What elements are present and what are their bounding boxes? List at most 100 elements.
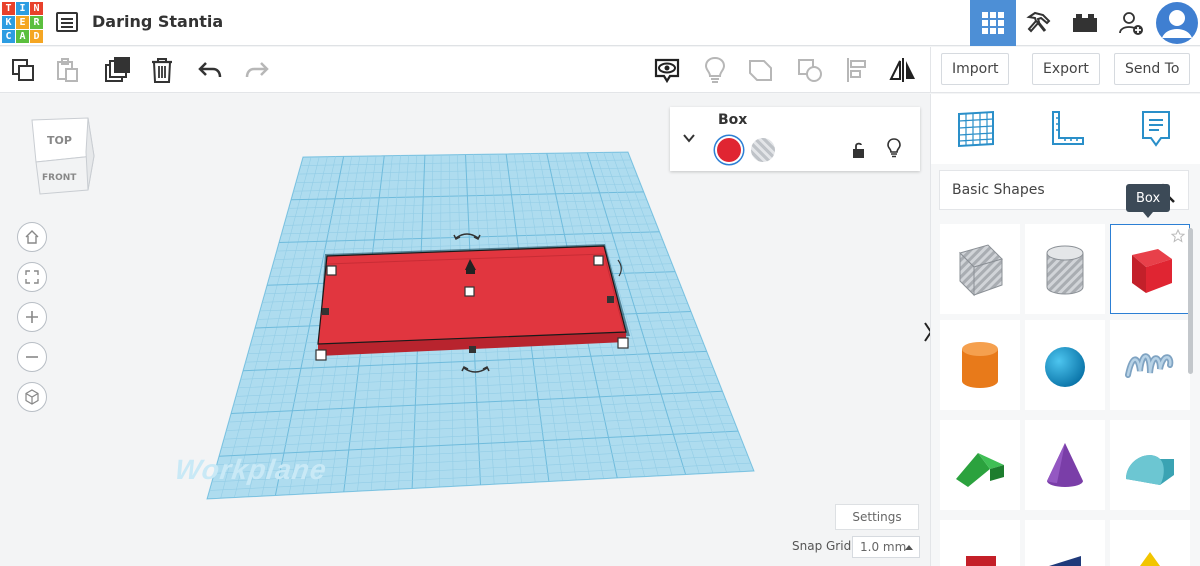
lightbulb-icon <box>704 56 726 83</box>
minecraft-view-button[interactable] <box>1016 0 1062 46</box>
pickaxe-icon <box>1026 11 1051 33</box>
design-list-icon[interactable] <box>56 12 78 32</box>
scribble-icon <box>1125 353 1174 378</box>
shape-roof[interactable] <box>940 420 1020 510</box>
ruler-tool-button[interactable] <box>1043 106 1089 152</box>
logo-letter: T <box>2 2 15 15</box>
shape-pyramid[interactable] <box>1110 520 1190 566</box>
perspective-toggle-button[interactable] <box>17 382 47 412</box>
fit-icon <box>25 270 39 284</box>
redo-button[interactable] <box>242 55 272 85</box>
notes-button[interactable] <box>700 55 730 85</box>
favorite-star-icon[interactable] <box>1171 229 1185 243</box>
settings-button[interactable]: Settings <box>835 504 919 530</box>
logo-letter: D <box>30 30 43 43</box>
shape-cylinder-hole[interactable] <box>1025 224 1105 314</box>
panel-tools <box>931 94 1200 164</box>
brick-icon <box>1073 14 1097 32</box>
cone-icon <box>1047 443 1083 487</box>
plus-icon <box>26 311 38 323</box>
mirror-icon <box>889 58 915 82</box>
logo-letter: K <box>2 16 15 29</box>
3d-design-view-button[interactable] <box>970 0 1016 46</box>
avatar-icon <box>1156 2 1198 44</box>
box-icon <box>1132 249 1172 293</box>
lock-icon[interactable] <box>850 141 868 159</box>
snap-grid-select[interactable]: 1.0 mm <box>852 536 920 558</box>
undo-button[interactable] <box>195 55 225 85</box>
add-user-icon <box>1119 12 1143 35</box>
duplicate-icon <box>105 57 130 82</box>
shape-round-roof[interactable] <box>1110 420 1190 510</box>
logo-letter: I <box>16 2 29 15</box>
invite-user-button[interactable] <box>1108 0 1154 46</box>
solid-color-swatch[interactable] <box>717 138 741 162</box>
top-right-controls <box>970 0 1200 46</box>
workplane-tool-button[interactable] <box>953 106 999 152</box>
zoom-in-button[interactable] <box>17 302 47 332</box>
align-button[interactable] <box>842 55 872 85</box>
lightbulb-icon[interactable] <box>886 138 902 158</box>
import-button[interactable]: Import <box>941 53 1010 85</box>
design-title[interactable]: Daring Stantia <box>92 12 223 31</box>
workplane-grid-icon <box>958 110 994 148</box>
wedge-icon <box>1049 556 1081 566</box>
text-shape-icon <box>966 556 996 566</box>
caret-up-icon <box>905 545 913 550</box>
view-cube-top-label[interactable]: TOP <box>47 134 72 147</box>
shape-sphere[interactable] <box>1025 320 1105 410</box>
paste-icon <box>57 58 78 82</box>
workplane-label: Workplane <box>173 454 329 485</box>
logo-letter: E <box>16 16 29 29</box>
zoom-out-button[interactable] <box>17 342 47 372</box>
shape-inspector: Box <box>670 107 920 171</box>
tinkercad-logo[interactable]: T I N K E R C A D <box>2 2 44 44</box>
chevron-down-icon[interactable] <box>682 131 696 145</box>
ungroup-icon <box>798 59 822 82</box>
show-all-button[interactable] <box>652 55 682 85</box>
hole-swatch[interactable] <box>751 138 775 162</box>
shape-cone[interactable] <box>1025 420 1105 510</box>
redo-icon <box>245 62 269 78</box>
group-button[interactable] <box>746 55 776 85</box>
ruler-icon <box>1052 111 1084 145</box>
ungroup-button[interactable] <box>795 55 825 85</box>
export-button[interactable]: Export <box>1032 53 1100 85</box>
group-icon <box>749 60 772 81</box>
user-avatar-button[interactable] <box>1154 0 1200 46</box>
view-cube[interactable]: TOP FRONT <box>28 116 98 196</box>
snap-grid-label: Snap Grid <box>792 539 852 553</box>
shape-scribble[interactable] <box>1110 320 1190 410</box>
top-bar: T I N K E R C A D Daring Stantia <box>0 0 1200 46</box>
shape-wedge[interactable] <box>1025 520 1105 566</box>
shape-box-hole[interactable] <box>940 224 1020 314</box>
cylinder-icon <box>962 342 998 388</box>
view-cube-front-label[interactable]: FRONT <box>42 173 77 183</box>
send-to-button[interactable]: Send To <box>1114 53 1191 85</box>
shape-box[interactable] <box>1110 224 1190 314</box>
roof-icon <box>956 453 1004 487</box>
fit-view-button[interactable] <box>17 262 47 292</box>
copy-icon <box>12 59 34 81</box>
mirror-button[interactable] <box>888 55 918 85</box>
eye-bubble-icon <box>654 58 680 84</box>
delete-button[interactable] <box>147 55 177 85</box>
trash-icon <box>152 58 172 83</box>
notes-tool-button[interactable] <box>1133 106 1179 152</box>
duplicate-button[interactable] <box>102 55 132 85</box>
undo-icon <box>198 62 222 78</box>
home-icon <box>25 230 39 244</box>
copy-button[interactable] <box>8 55 38 85</box>
box-hole-icon <box>959 244 1003 297</box>
paste-button[interactable] <box>52 55 82 85</box>
shape-text[interactable] <box>940 520 1020 566</box>
shape-cylinder[interactable] <box>940 320 1020 410</box>
pyramid-icon <box>1140 552 1160 566</box>
home-view-button[interactable] <box>17 222 47 252</box>
shapes-scrollbar[interactable] <box>1188 228 1193 374</box>
minus-icon <box>26 356 38 358</box>
logo-letter: C <box>2 30 15 43</box>
bricks-view-button[interactable] <box>1062 0 1108 46</box>
logo-letter: N <box>30 2 43 15</box>
round-roof-icon <box>1126 455 1174 485</box>
